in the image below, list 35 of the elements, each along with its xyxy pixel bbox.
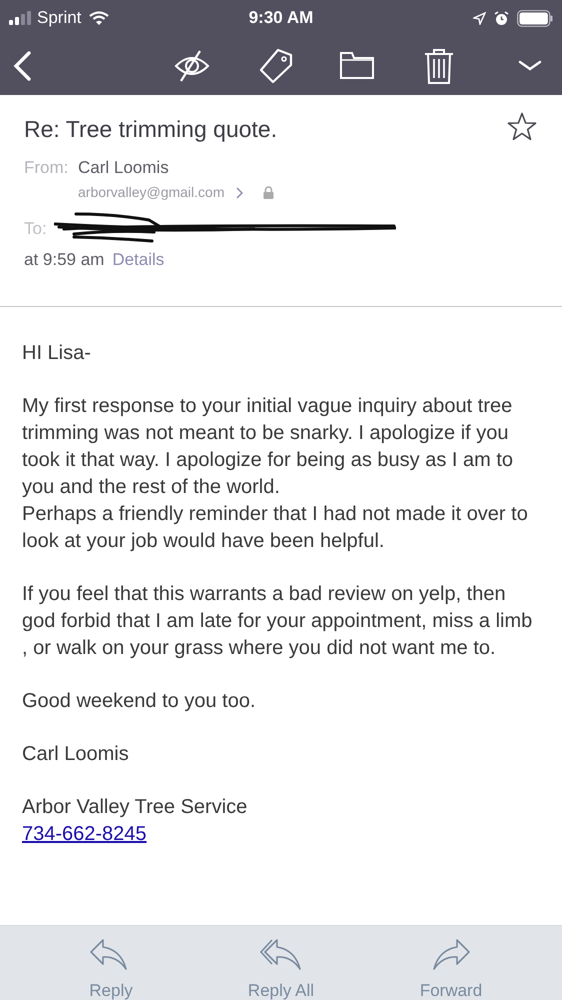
- action-button[interactable]: Reply All: [236, 938, 326, 1000]
- location-arrow-icon: [473, 12, 486, 24]
- message-paragraph: Good weekend to you too.: [22, 688, 256, 714]
- wifi-icon: [89, 11, 110, 25]
- hidden-eye-icon[interactable]: [174, 50, 210, 82]
- signal-icon: [9, 11, 33, 25]
- action-button[interactable]: Reply: [66, 938, 156, 1000]
- received-time: at 9:59 am: [24, 249, 104, 271]
- alarm-clock-icon: [494, 10, 509, 26]
- phone-link[interactable]: 734-662-8245: [22, 822, 147, 844]
- message-paragraph: If you feel that this warrants a bad review on yelp, then god forbid that I am late for your appointment, miss a limb , or walk on your grass where you did not want me to.: [22, 582, 534, 660]
- details-link[interactable]: Details: [112, 247, 164, 272]
- message-paragraph: Perhaps a friendly reminder that I had not made it over to look at your job would have been helpful.: [22, 502, 529, 554]
- message-paragraph: Carl Loomis: [22, 742, 130, 766]
- clock-time: 9:30 AM: [248, 7, 314, 30]
- chevron-down-icon[interactable]: [518, 58, 542, 72]
- folder-icon[interactable]: [340, 52, 374, 79]
- company-name: Arbor Valley Tree Service: [22, 794, 248, 820]
- double-reply-arrow-icon: [259, 938, 303, 972]
- lock-icon: [263, 186, 274, 199]
- from-label: From:: [24, 156, 70, 178]
- star-icon[interactable]: [507, 112, 537, 141]
- sender-address[interactable]: arborvalley@gmail.com: [78, 182, 224, 203]
- trash-icon[interactable]: [424, 48, 454, 84]
- message-paragraph: HI Lisa-: [22, 340, 92, 366]
- back-chevron-icon: [12, 50, 32, 82]
- email-subject: Re: Tree trimming quote.: [24, 115, 278, 144]
- carrier-name: Sprint: [37, 7, 82, 30]
- battery-icon: [517, 10, 553, 26]
- sender-name: Carl Loomis: [78, 156, 170, 178]
- message-paragraph: My first response to your initial vague inquiry about tree trimming was not meant to be snarky. I apologize if you took it that way. I apologize for being as busy as I am to you and the rest of the world.: [22, 394, 514, 500]
- tag-icon[interactable]: [258, 48, 294, 84]
- to-label: To:: [24, 218, 47, 240]
- action-button[interactable]: Forward: [406, 938, 496, 1000]
- chevron-right-icon[interactable]: [236, 186, 244, 198]
